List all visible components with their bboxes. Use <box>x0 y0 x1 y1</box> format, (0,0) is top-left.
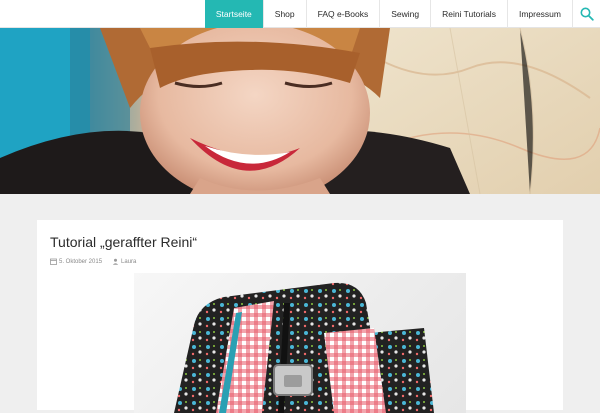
post-author-name[interactable]: Laura <box>121 259 136 265</box>
post-author: Laura <box>112 258 136 265</box>
calendar-icon <box>50 258 57 265</box>
user-icon <box>112 258 119 265</box>
nav-item-startseite[interactable]: Startseite <box>204 0 263 28</box>
nav-item-shop[interactable]: Shop <box>262 0 306 28</box>
header-photo-smiling-woman <box>0 28 600 194</box>
nav-item-faq-ebooks[interactable]: FAQ e-Books <box>305 0 380 28</box>
featured-image[interactable] <box>134 273 466 413</box>
search-icon <box>580 7 594 21</box>
post-meta: 5. Oktober 2015 Laura <box>50 258 146 265</box>
nav-item-impressum[interactable]: Impressum <box>506 0 572 28</box>
nav-item-reini-tutorials[interactable]: Reini Tutorials <box>430 0 507 28</box>
featured-photo-sewn-wallet <box>174 282 434 413</box>
post-date: 5. Oktober 2015 <box>50 258 102 265</box>
top-navigation-bar: Startseite Shop FAQ e-Books Sewing Reini… <box>0 0 600 28</box>
search-button[interactable] <box>572 0 600 28</box>
header-image <box>0 28 600 194</box>
post-date-text[interactable]: 5. Oktober 2015 <box>59 259 102 265</box>
nav-item-sewing[interactable]: Sewing <box>379 0 430 28</box>
post-card: Tutorial „geraffter Reini“ 5. Oktober 20… <box>37 220 563 413</box>
main-menu: Startseite Shop FAQ e-Books Sewing Reini… <box>204 0 600 28</box>
post-title[interactable]: Tutorial „geraffter Reini“ <box>50 234 197 250</box>
